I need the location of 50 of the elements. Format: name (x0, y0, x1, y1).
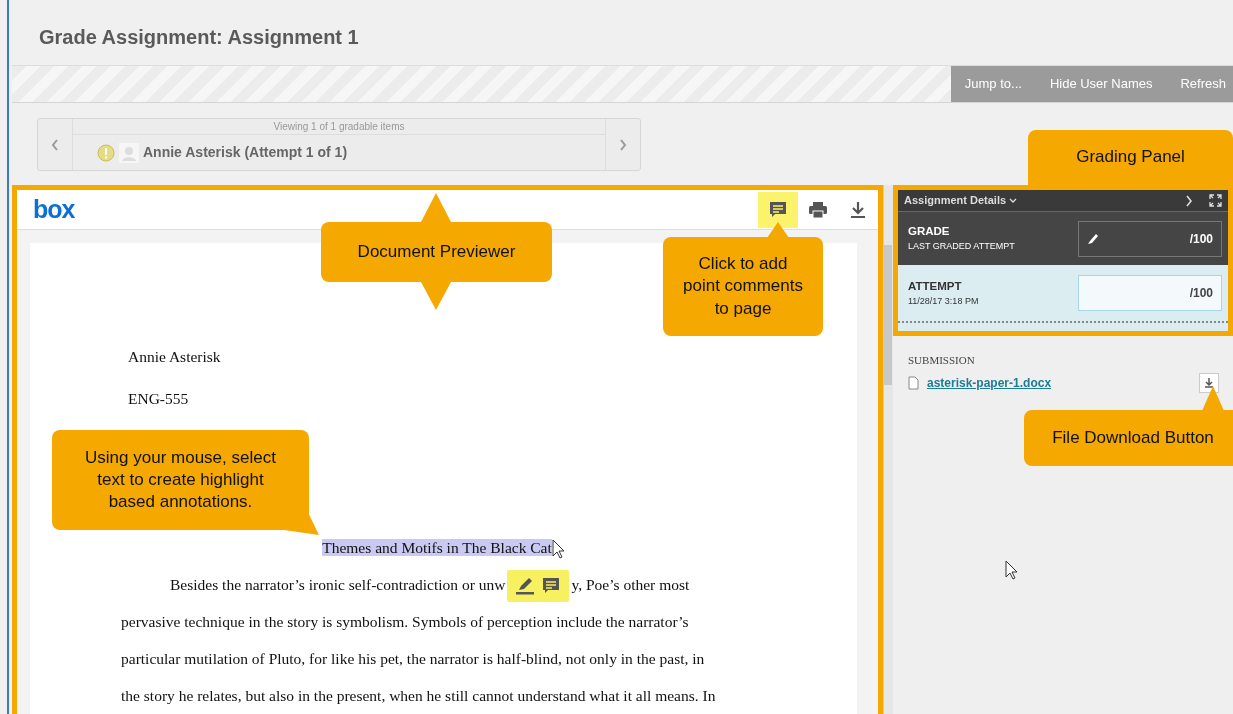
avatar-icon (119, 142, 139, 163)
section-heading: SUBMISSION (908, 353, 976, 368)
callout: Click to add point comments to page (663, 237, 823, 336)
callout: Using your mouse, select text to create highlight based annotations. (52, 430, 309, 530)
comment-button[interactable] (758, 191, 798, 228)
paragraph-text: the story he relates, but also in the present, when he still cannot understand what it all means. In (121, 687, 716, 704)
collapse-handle[interactable] (898, 321, 1228, 331)
file-icon (908, 375, 919, 390)
grade-field[interactable]: /100 (1078, 275, 1222, 311)
row-label: GRADE (908, 224, 951, 240)
item-count: Viewing 1 of 1 gradable items (73, 119, 605, 135)
mouse-cursor-icon (551, 539, 566, 560)
expand-icon[interactable] (1209, 194, 1222, 207)
download-icon (848, 200, 868, 221)
chevron-right-icon[interactable] (1185, 194, 1193, 207)
row-label: ATTEMPT (908, 278, 963, 294)
caret-icon (1009, 198, 1018, 205)
row-sublabel: LAST GRADED ATTEMPT (908, 240, 1015, 254)
student-name: Annie Asterisk (Attempt 1 of 1) (143, 143, 348, 162)
paragraph-text: y, Poe’s other most (571, 576, 690, 593)
paragraph-text: particular mutilation of Pluto, for like his pet, the narrator is half-blind, not only in the past, in (121, 650, 705, 667)
highlighter-icon[interactable] (515, 576, 536, 597)
page-title: Grade Assignment: Assignment 1 (39, 26, 359, 48)
toolbar-button[interactable]: Jump to... (950, 66, 1036, 102)
alert-icon (97, 143, 115, 162)
callout: File Download Button (1024, 410, 1233, 466)
pencil-icon (1087, 232, 1099, 245)
chevron-right-icon (619, 139, 627, 152)
toolbar-button[interactable]: Refresh (1166, 66, 1233, 102)
callout-pointer (1202, 386, 1224, 411)
callout: Grading Panel (1028, 130, 1233, 185)
printer-icon (808, 200, 828, 221)
scrollbar[interactable] (883, 185, 893, 714)
callout-pointer (421, 193, 451, 222)
document-heading: ENG-555 (128, 390, 189, 407)
mouse-cursor-icon (1005, 560, 1019, 580)
panel-dropdown[interactable]: Assignment Details (904, 192, 1018, 209)
attempt-date: 11/28/17 3:18 PM (908, 294, 979, 308)
paragraph-text: pervasive technique in the story is symbolism. Symbols of perception include the narrator’s (121, 613, 689, 630)
download-icon (1204, 377, 1214, 388)
callout-pointer (421, 282, 451, 310)
logo: box (33, 197, 75, 222)
file-link[interactable]: asterisk-paper-1.docx (927, 373, 1052, 392)
document-heading: Annie Asterisk (128, 348, 221, 365)
document-title: Themes and Motifs in The Black Cat (322, 539, 552, 556)
chevron-left-icon (51, 139, 59, 152)
grade-field[interactable]: /100 (1078, 220, 1222, 257)
download-button[interactable] (1199, 372, 1219, 393)
toolbar-button[interactable]: Hide User Names (1035, 66, 1167, 102)
paragraph-text: Besides the narrator’s ironic self-contradiction or unw (170, 576, 506, 593)
